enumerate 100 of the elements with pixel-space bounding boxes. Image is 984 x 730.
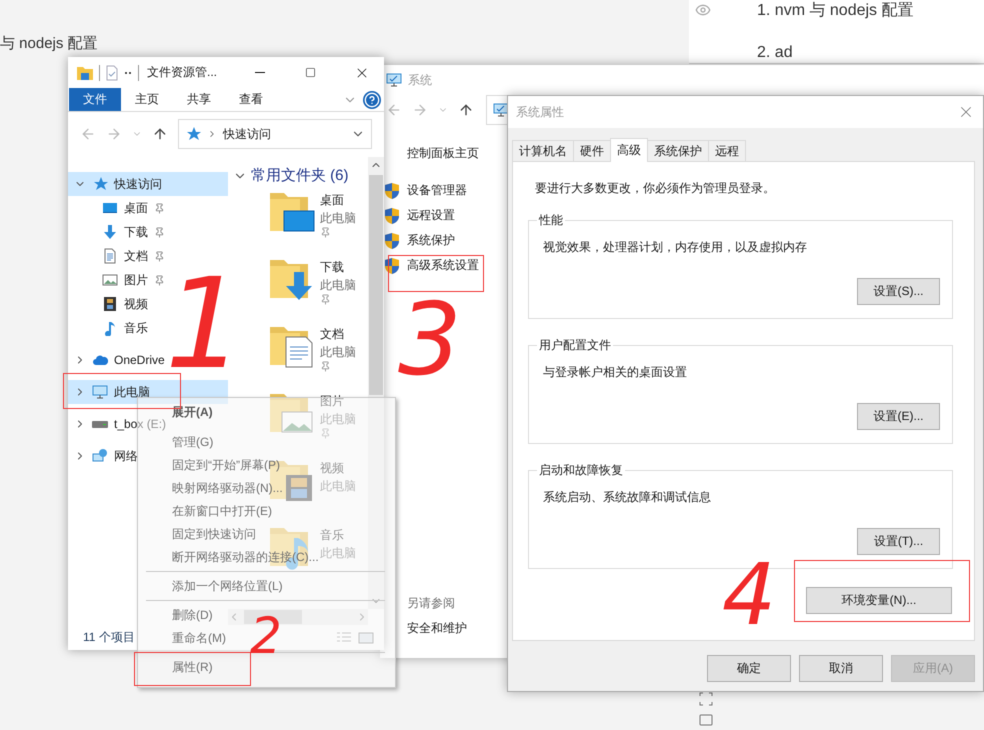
- annotation-number: 4: [722, 553, 776, 638]
- network-icon: [92, 448, 108, 464]
- properties-icon[interactable]: [106, 64, 118, 80]
- vertical-scrollbar[interactable]: [368, 157, 384, 609]
- folder-location: 此电脑: [320, 277, 356, 294]
- folder-name[interactable]: 下载: [320, 258, 356, 276]
- details-view-icon[interactable]: [336, 630, 352, 644]
- music-note-icon: [102, 320, 118, 336]
- nav-item[interactable]: t_box (E:): [68, 412, 170, 436]
- nav-item[interactable]: 网络: [68, 444, 142, 468]
- menu-item[interactable]: 删除(D): [172, 604, 213, 627]
- document-heading: 与 nodejs 配置: [0, 34, 99, 54]
- folder-location: 此电脑: [320, 478, 356, 495]
- star-icon: [92, 176, 108, 192]
- ribbon-tab[interactable]: 主页: [121, 88, 173, 111]
- window-title: 系统: [408, 72, 432, 88]
- nav-item[interactable]: 视频: [68, 292, 152, 316]
- folder-location: 此电脑: [320, 210, 356, 227]
- dialog-tab[interactable]: 计算机名: [512, 140, 574, 161]
- monitor-icon: [92, 384, 108, 400]
- minimize-icon: [254, 72, 264, 73]
- dialog-tab[interactable]: 高级: [610, 138, 648, 162]
- task-link[interactable]: 高级系统设置: [407, 257, 479, 274]
- menu-item[interactable]: 属性(R): [172, 656, 213, 679]
- settings-button[interactable]: 设置(E)...: [857, 403, 940, 430]
- shield-icon: [385, 208, 399, 224]
- picture-icon: [102, 272, 118, 288]
- settings-button[interactable]: 设置(T)...: [857, 528, 940, 555]
- back-icon[interactable]: [386, 102, 402, 118]
- maximize-icon: [305, 67, 316, 78]
- status-text: 11 个项目: [83, 629, 135, 646]
- nav-item[interactable]: 桌面: [68, 196, 175, 220]
- outline-item[interactable]: 1. nvm 与 nodejs 配置: [757, 0, 914, 22]
- document-icon: [102, 248, 118, 264]
- folder-icon: [77, 66, 93, 80]
- nav-item[interactable]: 音乐: [68, 316, 152, 340]
- address-text: 快速访问: [223, 126, 271, 142]
- desktop-icon: [102, 200, 118, 216]
- admin-notice: 要进行大多数更改，你必须作为管理员登录。: [534, 180, 776, 196]
- nav-item[interactable]: 此电脑: [68, 380, 228, 404]
- menu-item[interactable]: 映射网络驱动器(N)...: [172, 477, 283, 500]
- window-icon[interactable]: [699, 714, 713, 726]
- forward-icon[interactable]: [412, 102, 428, 118]
- annotation-number: 2: [250, 611, 282, 661]
- monitor-icon: [493, 103, 509, 117]
- frame-icon[interactable]: [699, 692, 713, 706]
- shield-icon: [385, 182, 399, 198]
- annotation-number: 3: [398, 290, 462, 390]
- group-description: 视觉效果，处理器计划，内存使用，以及虚拟内存: [543, 239, 808, 256]
- menu-item[interactable]: 重命名(M): [172, 627, 226, 650]
- see-also-heading: 另请参阅: [406, 595, 456, 612]
- group-title: 性能: [538, 212, 564, 229]
- group-title: 用户配置文件: [538, 337, 612, 354]
- folder-location: 此电脑: [320, 545, 356, 562]
- task-link[interactable]: 系统保护: [407, 232, 455, 249]
- shield-icon: [385, 232, 399, 248]
- film-icon: [102, 296, 118, 312]
- folder-location: 此电脑: [320, 411, 356, 428]
- settings-button[interactable]: 设置(S)...: [857, 278, 940, 305]
- eye-icon[interactable]: [695, 2, 711, 18]
- menu-item[interactable]: 添加一个网络位置(L): [172, 575, 283, 598]
- folder-name[interactable]: 文档: [320, 325, 356, 343]
- star-icon: [185, 126, 201, 142]
- see-also-link[interactable]: 安全和维护: [385, 618, 500, 638]
- menu-item[interactable]: 在新窗口中打开(E): [172, 500, 272, 523]
- group-description: 系统启动、系统故障和调试信息: [543, 489, 712, 506]
- more-icon[interactable]: [124, 70, 132, 76]
- control-panel-link[interactable]: 控制面板主页: [385, 143, 500, 163]
- dialog-title: 系统属性: [516, 104, 564, 120]
- help-button[interactable]: [363, 90, 381, 108]
- section-heading: 常用文件夹 (6): [251, 166, 348, 185]
- outline-item[interactable]: 2. ad: [757, 42, 914, 64]
- task-link[interactable]: 设备管理器: [407, 182, 467, 199]
- large-icons-view-icon[interactable]: [358, 630, 374, 644]
- monitor-icon: [386, 73, 402, 87]
- environment-variables-button[interactable]: 环境变量(N)...: [806, 587, 952, 614]
- forward-icon[interactable]: [106, 126, 122, 142]
- group-description: 与登录帐户相关的桌面设置: [543, 364, 688, 381]
- nav-item[interactable]: 快速访问: [68, 172, 228, 196]
- ribbon-tab[interactable]: 文件: [69, 88, 121, 111]
- menu-item[interactable]: 固定到“开始”屏幕(P): [172, 454, 280, 477]
- menu-item[interactable]: 固定到快速访问: [172, 523, 256, 546]
- nav-item[interactable]: 下载: [68, 220, 175, 244]
- window-title: 文件资源管...: [147, 64, 218, 81]
- ribbon-tab[interactable]: 查看: [225, 88, 277, 111]
- folder-name[interactable]: 桌面: [320, 191, 356, 209]
- folder-location: 此电脑: [320, 344, 356, 361]
- dialog-button[interactable]: 取消: [799, 655, 883, 682]
- download-icon: [102, 224, 118, 240]
- address-field[interactable]: 快速访问: [178, 119, 372, 149]
- menu-item[interactable]: 管理(G): [172, 431, 214, 454]
- dialog-tab[interactable]: 远程: [708, 140, 746, 161]
- back-icon[interactable]: [80, 126, 96, 142]
- up-icon[interactable]: [152, 126, 168, 142]
- shield-icon: [385, 258, 399, 274]
- ribbon-tab[interactable]: 共享: [173, 88, 225, 111]
- dialog-button[interactable]: 确定: [707, 655, 791, 682]
- drive-icon: [92, 420, 108, 428]
- up-icon[interactable]: [458, 102, 474, 118]
- task-link[interactable]: 远程设置: [407, 207, 455, 224]
